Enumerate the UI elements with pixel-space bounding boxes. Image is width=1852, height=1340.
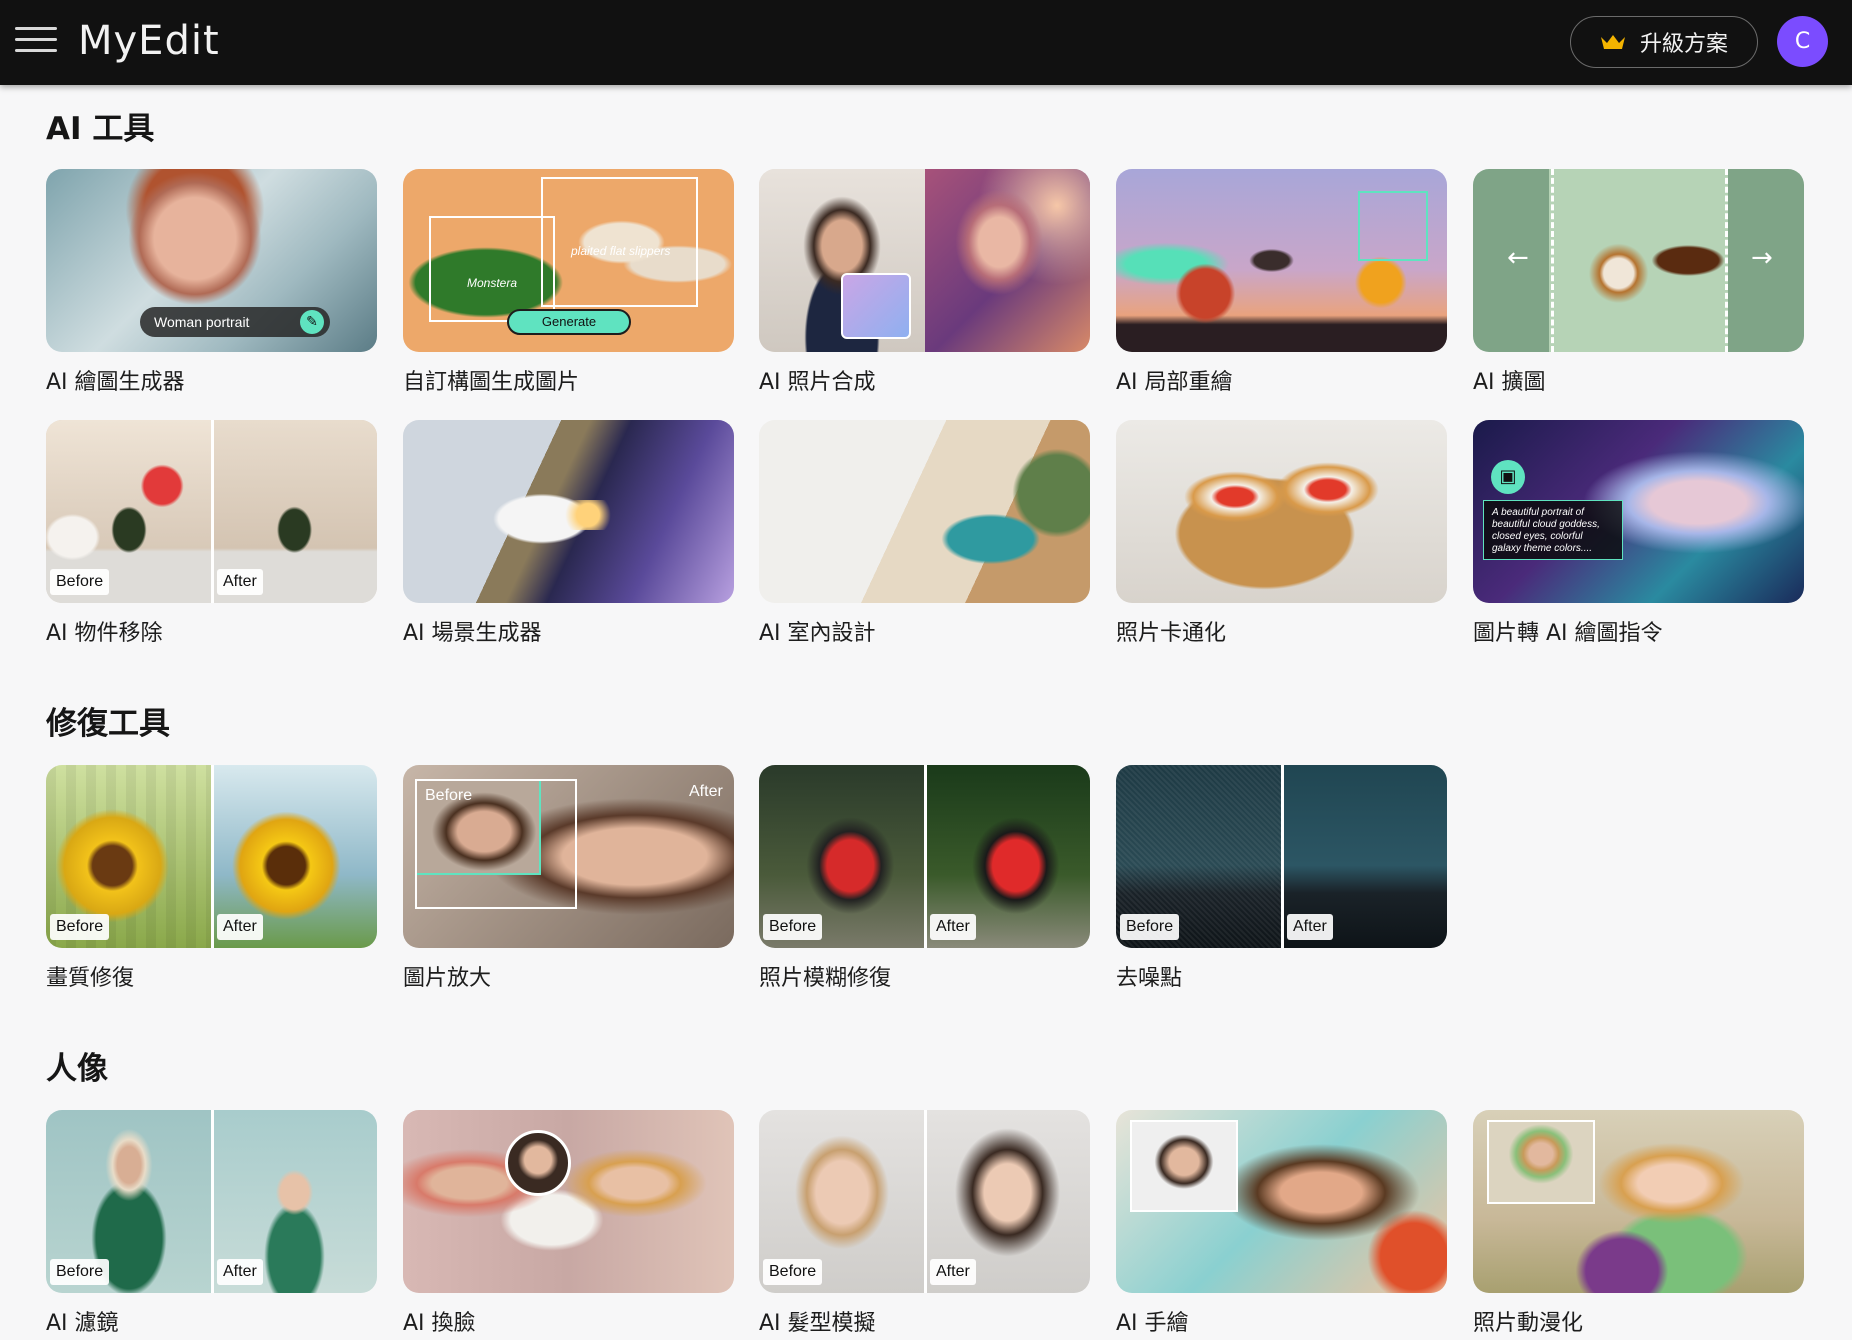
card-label: AI 室內設計 (759, 621, 876, 646)
card-label: AI 濾鏡 (46, 1311, 119, 1336)
section-title-ai-tools: AI 工具 (46, 111, 155, 147)
custom-composition-thumbnail: Monstera plaited flat slippers Generate (403, 169, 734, 352)
tool-card-ai-hand-drawn[interactable]: AI 手繪 (1116, 1110, 1447, 1337)
section-title-portrait: 人像 (46, 1051, 108, 1087)
after-tag: After (930, 1259, 976, 1285)
before-tag: Before (50, 569, 110, 595)
tag-slippers: plaited flat slippers (571, 244, 671, 258)
tool-card-quality-enhance[interactable]: Before After 畫質修復 (46, 765, 377, 992)
tool-card-image-to-prompt[interactable]: ▣ A beautiful portrait of beautiful clou… (1473, 420, 1804, 647)
ai-scene-generator-thumbnail (403, 420, 734, 603)
ai-object-removal-thumbnail: Before After (46, 420, 377, 603)
card-label: AI 換臉 (403, 1311, 476, 1336)
ai-face-swap-thumbnail (403, 1110, 734, 1293)
app-logo[interactable]: MyEdit (78, 18, 220, 64)
source-photo-inset (1487, 1120, 1595, 1204)
before-tag: Before (50, 914, 110, 940)
selection-box (1358, 191, 1428, 261)
tool-card-image-upscale[interactable]: Before After 圖片放大 (403, 765, 734, 992)
ai-hand-drawn-thumbnail (1116, 1110, 1447, 1293)
card-label: 圖片放大 (403, 966, 492, 991)
after-tag: After (217, 569, 263, 595)
tool-card-ai-inpaint[interactable]: AI 局部重繪 (1116, 169, 1447, 396)
face-swap-circle (505, 1130, 571, 1196)
tool-card-ai-object-removal[interactable]: Before After AI 物件移除 (46, 420, 377, 647)
tool-card-unblur[interactable]: Before After 照片模糊修復 (759, 765, 1090, 992)
ai-interior-design-thumbnail (759, 420, 1090, 603)
before-tag: Before (763, 1259, 823, 1285)
tag-monstera: Monstera (467, 276, 518, 290)
before-tag: Before (425, 787, 473, 804)
expand-guide-left (1551, 169, 1554, 352)
card-label: 照片卡通化 (1116, 621, 1227, 646)
upgrade-button[interactable]: 升級方案 (1570, 16, 1758, 68)
denoise-thumbnail: Before After (1116, 765, 1447, 948)
tool-card-ai-photo-composite[interactable]: AI 照片合成 (759, 169, 1090, 396)
bounding-box-right (541, 177, 698, 307)
card-label: 圖片轉 AI 繪圖指令 (1473, 621, 1663, 646)
card-label: AI 擴圖 (1473, 370, 1546, 395)
after-tag: After (1287, 914, 1333, 940)
top-bar: MyEdit 升級方案 C (0, 0, 1852, 85)
tool-card-ai-face-swap[interactable]: AI 換臉 (403, 1110, 734, 1337)
generate-chip: Generate (507, 309, 631, 335)
tool-card-ai-scene-generator[interactable]: AI 場景生成器 (403, 420, 734, 647)
crown-icon (1600, 35, 1625, 49)
card-label: AI 物件移除 (46, 621, 163, 646)
after-tag: After (930, 914, 976, 940)
prompt-text-box: A beautiful portrait of beautiful cloud … (1483, 500, 1623, 560)
after-tag: After (217, 914, 263, 940)
section-title-repair-tools: 修復工具 (46, 706, 170, 742)
tool-card-photo-cartoonize[interactable]: 照片卡通化 (1116, 420, 1447, 647)
card-label: 去噪點 (1116, 966, 1183, 991)
upgrade-label: 升級方案 (1639, 32, 1728, 57)
butterfly-inset (841, 273, 911, 339)
tool-card-denoise[interactable]: Before After 去噪點 (1116, 765, 1447, 992)
photo-cartoonize-thumbnail (1116, 420, 1447, 603)
tool-card-custom-composition[interactable]: Monstera plaited flat slippers Generate … (403, 169, 734, 396)
ai-expand-thumbnail: ← → (1473, 169, 1804, 352)
after-tag: After (217, 1259, 263, 1285)
before-tag: Before (1120, 914, 1180, 940)
tool-card-ai-image-generator[interactable]: Woman portrait ✎ AI 繪圖生成器 (46, 169, 377, 396)
expand-guide-right (1725, 169, 1728, 352)
card-label: AI 繪圖生成器 (46, 370, 185, 395)
ai-photo-composite-thumbnail (759, 169, 1090, 352)
menu-icon[interactable] (15, 27, 57, 57)
card-label: 照片動漫化 (1473, 1311, 1584, 1336)
tool-card-ai-expand[interactable]: ← → AI 擴圖 (1473, 169, 1804, 396)
ai-hairstyle-thumbnail: Before After (759, 1110, 1090, 1293)
quality-enhance-thumbnail: Before After (46, 765, 377, 948)
before-tag: Before (763, 914, 823, 940)
unblur-thumbnail: Before After (759, 765, 1090, 948)
magic-wand-icon: ✎ (300, 310, 324, 334)
card-label: 畫質修復 (46, 966, 135, 991)
avatar[interactable]: C (1777, 16, 1828, 67)
bounding-box-left (429, 216, 555, 322)
card-label: AI 手繪 (1116, 1311, 1189, 1336)
card-label: 照片模糊修復 (759, 966, 892, 991)
photo-to-anime-thumbnail (1473, 1110, 1804, 1293)
arrow-right-icon: → (1751, 243, 1773, 273)
house-lights (553, 500, 623, 530)
ai-image-generator-thumbnail: Woman portrait ✎ (46, 169, 377, 352)
image-to-prompt-thumbnail: ▣ A beautiful portrait of beautiful clou… (1473, 420, 1804, 603)
ai-filter-thumbnail: Before After (46, 1110, 377, 1293)
tool-card-ai-filter[interactable]: Before After AI 濾鏡 (46, 1110, 377, 1337)
image-upscale-thumbnail: Before After (403, 765, 734, 948)
source-photo-inset (1130, 1120, 1238, 1212)
before-tag: Before (50, 1259, 110, 1285)
image-icon: ▣ (1491, 460, 1525, 494)
after-tag: After (689, 783, 723, 800)
arrow-left-icon: ← (1507, 243, 1529, 273)
card-label: AI 局部重繪 (1116, 370, 1233, 395)
tool-card-ai-interior-design[interactable]: AI 室內設計 (759, 420, 1090, 647)
card-label: AI 照片合成 (759, 370, 876, 395)
card-label: 自訂構圖生成圖片 (403, 370, 580, 395)
ai-inpaint-thumbnail (1116, 169, 1447, 352)
tool-card-ai-hairstyle[interactable]: Before After AI 髮型模擬 (759, 1110, 1090, 1337)
card-label: AI 場景生成器 (403, 621, 542, 646)
tool-card-photo-to-anime[interactable]: 照片動漫化 (1473, 1110, 1804, 1337)
card-label: AI 髮型模擬 (759, 1311, 876, 1336)
